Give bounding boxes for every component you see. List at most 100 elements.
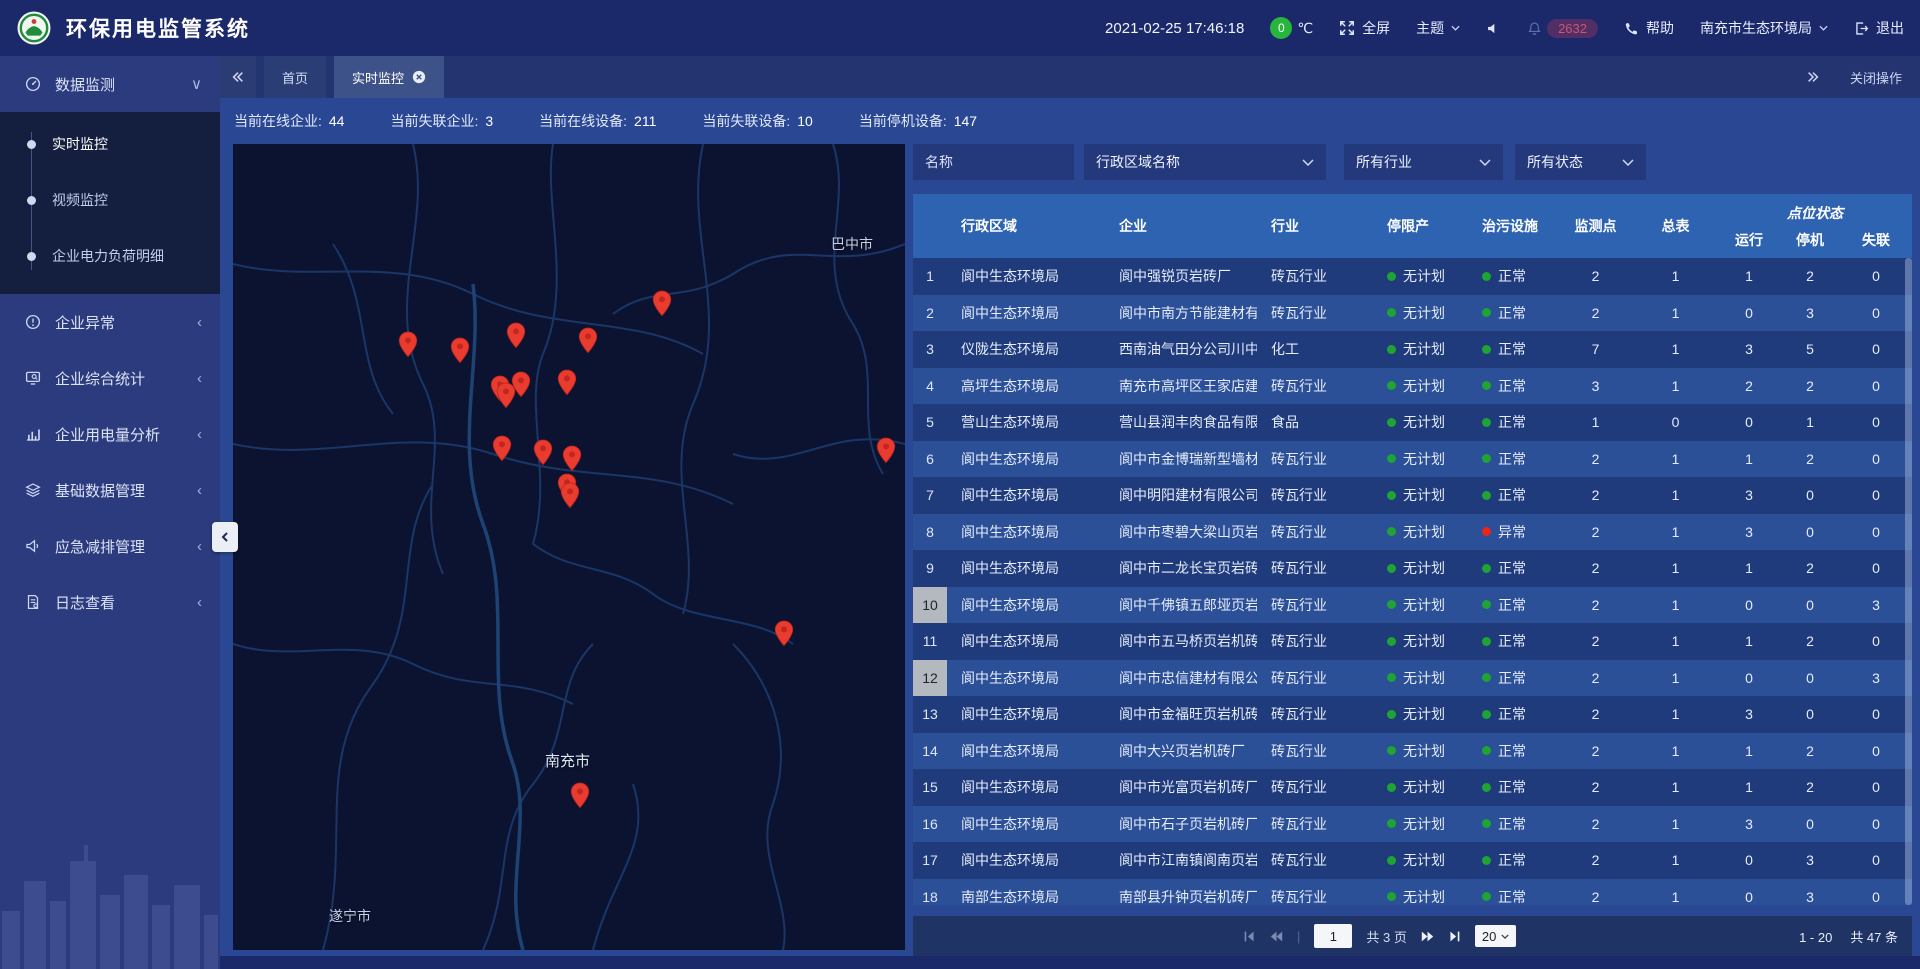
map-pin[interactable] <box>578 327 598 354</box>
region-filter-select[interactable]: 行政区域名称 <box>1084 144 1326 180</box>
status-dot <box>1387 272 1396 281</box>
header-region: 行政区域 <box>947 216 1105 236</box>
cell-run-count: 0 <box>1718 305 1780 321</box>
stat-item: 当前失联企业:3 <box>390 111 493 131</box>
filter-bar: 行政区域名称 所有行业 所有状态 <box>913 144 1920 180</box>
table-row[interactable]: 11阆中生态环境局阆中市五马桥页岩机砖砖瓦行业无计划正常21120 <box>913 623 1912 660</box>
table-row[interactable]: 3仪陇生态环境局西南油气田分公司川中化工无计划正常71350 <box>913 331 1912 368</box>
logout-button[interactable]: 退出 <box>1854 18 1904 38</box>
tab-close-icon[interactable] <box>412 70 426 84</box>
cell-run-count: 1 <box>1718 633 1780 649</box>
page-size-select[interactable]: 20 <box>1475 925 1516 947</box>
map-pin[interactable] <box>533 439 553 466</box>
tab-item[interactable]: 首页 <box>264 56 326 98</box>
map-panel[interactable]: 巴中市南充市遂宁市 <box>233 144 905 950</box>
first-page-button[interactable] <box>1243 930 1256 943</box>
row-number: 14 <box>913 733 947 770</box>
table-row[interactable]: 16阆中生态环境局阆中市石子页岩机砖厂砖瓦行业无计划正常21300 <box>913 806 1912 843</box>
map-pin[interactable] <box>492 435 512 462</box>
close-operations-button[interactable]: 关闭操作 <box>1850 68 1902 87</box>
map-pin[interactable] <box>560 482 580 509</box>
cell-lost-count: 0 <box>1840 816 1912 832</box>
table-row[interactable]: 5营山生态环境局营山县润丰肉食品有限食品无计划正常10010 <box>913 404 1912 441</box>
tab-active[interactable]: 实时监控 <box>334 56 444 98</box>
industry-filter-select[interactable]: 所有行业 <box>1344 144 1503 180</box>
sidebar-item[interactable]: 日志查看‹ <box>0 574 220 630</box>
fullscreen-button[interactable]: 全屏 <box>1339 18 1390 38</box>
map-pin[interactable] <box>652 290 672 317</box>
sidebar-subitem[interactable]: 企业电力负荷明细 <box>0 228 220 284</box>
map-pin[interactable] <box>450 337 470 364</box>
map-pin[interactable] <box>506 322 526 349</box>
tabbar-actions: 关闭操作 <box>1806 68 1920 87</box>
cell-stop-status: 无计划 <box>1369 887 1466 905</box>
notifications-button[interactable]: 2632 <box>1527 19 1598 38</box>
table-row[interactable]: 15阆中生态环境局阆中市光富页岩机砖厂砖瓦行业无计划正常21120 <box>913 769 1912 806</box>
next-page-button[interactable] <box>1421 930 1434 943</box>
table-row[interactable]: 18南部生态环境局南部县升钟页岩机砖厂砖瓦行业无计划正常21030 <box>913 879 1912 906</box>
chevron-down-icon: ∨ <box>191 75 202 93</box>
page-number-input[interactable] <box>1314 924 1352 948</box>
row-number: 6 <box>913 441 947 478</box>
status-dot <box>1482 819 1491 828</box>
cell-stop-status: 无计划 <box>1369 668 1466 688</box>
sidebar-item[interactable]: 企业综合统计‹ <box>0 350 220 406</box>
header-company: 企业 <box>1105 216 1257 236</box>
cell-halt-count: 0 <box>1780 706 1840 722</box>
last-page-button[interactable] <box>1448 930 1461 943</box>
sidebar-item[interactable]: 基础数据管理‹ <box>0 462 220 518</box>
header-point-status-group: 点位状态 运行 停机 失联 <box>1718 194 1912 258</box>
status-dot <box>1387 600 1396 609</box>
sidebar-item[interactable]: 应急减排管理‹ <box>0 518 220 574</box>
cell-lost-count: 0 <box>1840 743 1912 759</box>
table-row[interactable]: 2阆中生态环境局阆中市南方节能建材有砖瓦行业无计划正常21030 <box>913 295 1912 332</box>
sidebar-item[interactable]: 数据监测∨ <box>0 56 220 112</box>
map-pin[interactable] <box>562 445 582 472</box>
status-dot <box>1387 418 1396 427</box>
table-row[interactable]: 6阆中生态环境局阆中市金博瑞新型墙材砖瓦行业无计划正常21120 <box>913 441 1912 478</box>
status-dot <box>1482 710 1491 719</box>
theme-dropdown[interactable]: 主题 <box>1416 18 1460 38</box>
sidebar-subitem[interactable]: 视频监控 <box>0 172 220 228</box>
map-pin[interactable] <box>398 331 418 358</box>
header-lost: 失联 <box>1840 230 1912 250</box>
sidebar-item-label: 基础数据管理 <box>55 480 145 501</box>
table-row[interactable]: 8阆中生态环境局阆中市枣碧大梁山页岩砖瓦行业无计划异常21300 <box>913 514 1912 551</box>
table-row[interactable]: 12阆中生态环境局阆中市忠信建材有限公砖瓦行业无计划正常21003 <box>913 660 1912 697</box>
table-row[interactable]: 17阆中生态环境局阆中市江南镇阆南页岩砖瓦行业无计划正常21030 <box>913 842 1912 879</box>
org-dropdown[interactable]: 南充市生态环境局 <box>1700 18 1828 38</box>
table-row[interactable]: 14阆中生态环境局阆中大兴页岩机砖厂砖瓦行业无计划正常21120 <box>913 733 1912 770</box>
sidebar-subitem[interactable]: 实时监控 <box>0 116 220 172</box>
status-dot <box>1387 892 1396 901</box>
prev-page-button[interactable] <box>1270 930 1283 943</box>
row-number: 2 <box>913 295 947 332</box>
table-row[interactable]: 10阆中生态环境局阆中千佛镇五郎垭页岩砖瓦行业无计划正常21003 <box>913 587 1912 624</box>
cell-stop-status: 无计划 <box>1369 376 1466 396</box>
help-button[interactable]: 帮助 <box>1624 18 1674 38</box>
cell-meter-count: 1 <box>1633 779 1718 795</box>
cell-run-count: 3 <box>1718 524 1780 540</box>
sidebar-item[interactable]: 企业用电量分析‹ <box>0 406 220 462</box>
table-row[interactable]: 7阆中生态环境局阆中明阳建材有限公司砖瓦行业无计划正常21300 <box>913 477 1912 514</box>
table-row[interactable]: 13阆中生态环境局阆中市金福旺页岩机砖砖瓦行业无计划正常21300 <box>913 696 1912 733</box>
sidebar-collapse-handle[interactable] <box>212 522 238 552</box>
table-row[interactable]: 9阆中生态环境局阆中市二龙长宝页岩砖砖瓦行业无计划正常21120 <box>913 550 1912 587</box>
map-pin[interactable] <box>557 369 577 396</box>
cell-region: 阆中生态环境局 <box>947 741 1105 761</box>
map-pin[interactable] <box>511 371 531 398</box>
sidebar-item[interactable]: 企业异常‹ <box>0 294 220 350</box>
map-pin[interactable] <box>774 620 794 647</box>
table-row[interactable]: 1阆中生态环境局阆中强锐页岩砖厂砖瓦行业无计划正常21120 <box>913 258 1912 295</box>
cell-meter-count: 1 <box>1633 816 1718 832</box>
tabs-scroll-right-button[interactable] <box>1806 70 1820 84</box>
mute-button[interactable] <box>1486 21 1501 36</box>
cell-stop-status: 无计划 <box>1369 814 1466 834</box>
name-filter-input[interactable] <box>913 144 1074 180</box>
table-row[interactable]: 4高坪生态环境局南充市高坪区王家店建砖瓦行业无计划正常31220 <box>913 368 1912 405</box>
table-scrollbar[interactable] <box>1905 258 1912 905</box>
tabs-scroll-left-button[interactable] <box>220 56 256 98</box>
header-halt: 停机 <box>1780 230 1840 250</box>
map-pin[interactable] <box>876 437 896 464</box>
map-pin[interactable] <box>570 782 590 809</box>
status-filter-select[interactable]: 所有状态 <box>1515 144 1646 180</box>
